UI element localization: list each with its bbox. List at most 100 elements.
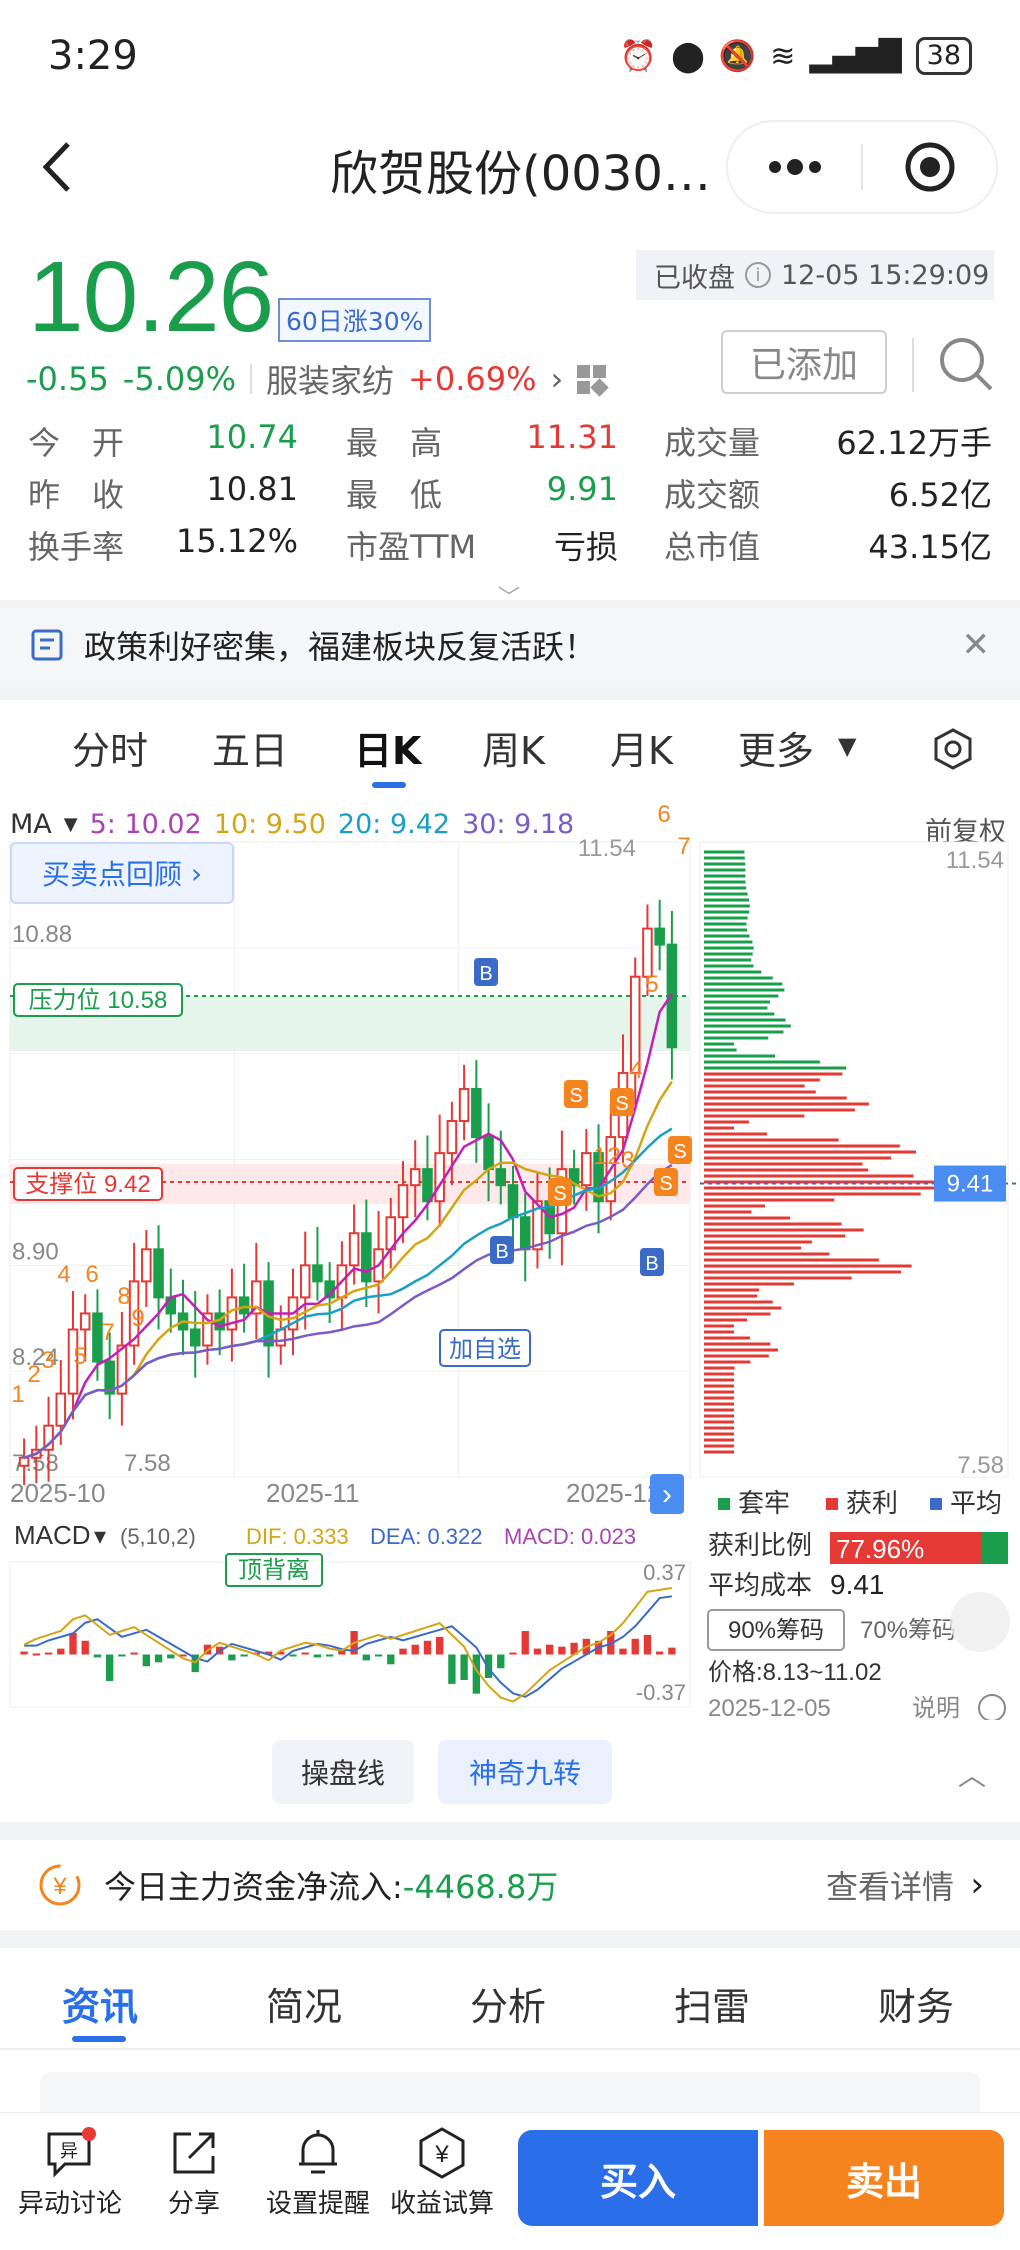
nine-turn-number: 5 bbox=[73, 1343, 86, 1370]
news-banner[interactable]: 政策利好密集，福建板块反复活跃！ ✕ bbox=[0, 608, 1020, 682]
stat-value: 10.74 bbox=[206, 418, 298, 456]
fund-flow-detail[interactable]: 查看详情 bbox=[826, 1862, 954, 1908]
buy-button[interactable]: 买入 bbox=[518, 2130, 758, 2226]
stock-detail-screen: { "status_bar":{"time":"3:29","battery":… bbox=[0, 0, 1020, 2250]
sell-button[interactable]: 卖出 bbox=[764, 2130, 1004, 2226]
tab-news[interactable]: 资讯 bbox=[62, 1976, 138, 2031]
news-tabs: 资讯 简况 分析 扫雷 财务 bbox=[0, 1948, 1020, 2058]
stats-row: 昨 收 10.81 最 低 9.91 成交额 6.52亿 bbox=[28, 470, 992, 522]
stat-label: 市盈TTM bbox=[346, 528, 477, 566]
settings-icon[interactable] bbox=[932, 728, 974, 770]
magic-nine-button[interactable]: 神奇九转 bbox=[438, 1740, 612, 1804]
macd-hist-bar bbox=[154, 1654, 163, 1663]
macd-hist-bar bbox=[301, 1652, 309, 1655]
grid-icon[interactable] bbox=[577, 364, 609, 397]
tab-fenshi[interactable]: 分时 bbox=[72, 720, 148, 775]
chips-top-label: 11.54 bbox=[946, 847, 1004, 874]
tab-daily-k[interactable]: 日K bbox=[354, 720, 421, 775]
buy-marker-text: B bbox=[479, 963, 492, 985]
tab-more[interactable]: 更多 bbox=[738, 720, 814, 775]
calc-label: 收益试算 bbox=[389, 2189, 494, 2219]
stats-grid: 今 开 10.74 最 高 11.31 成交量 62.12万手昨 收 10.81 最 低 9.9… bbox=[28, 418, 992, 574]
tab-monthly-k[interactable]: 月K bbox=[610, 720, 673, 775]
close-icon[interactable]: ✕ bbox=[962, 625, 991, 665]
nine-turn-number: 5 bbox=[645, 971, 658, 998]
close-target-icon[interactable] bbox=[863, 141, 996, 193]
macd-hist-bar bbox=[313, 1654, 322, 1658]
discuss-button[interactable]: 异 异动讨论 bbox=[10, 2123, 130, 2220]
news-card-peek[interactable] bbox=[40, 2072, 980, 2112]
market-status-label: 已收盘 bbox=[654, 262, 735, 294]
nine-turn-number: 3 bbox=[621, 1147, 634, 1174]
chat-icon: 异 bbox=[47, 2127, 96, 2178]
stat-value: 6.52亿 bbox=[888, 476, 992, 514]
stats-row: 今 开 10.74 最 高 11.31 成交量 62.12万手 bbox=[28, 418, 992, 470]
60day-tag[interactable]: 60日涨30% bbox=[278, 298, 432, 342]
bell-icon bbox=[299, 2130, 337, 2174]
nine-turn-number: 7 bbox=[677, 833, 690, 860]
sector-change[interactable]: +0.69% bbox=[408, 360, 536, 398]
candle-body bbox=[361, 1232, 372, 1283]
stat-value: 9.91 bbox=[546, 470, 618, 508]
macd-hist-bar bbox=[399, 1648, 407, 1655]
candle-body bbox=[507, 1184, 519, 1219]
expand-corner-icon[interactable] bbox=[950, 1592, 1010, 1652]
gap bbox=[0, 1822, 1020, 1840]
collapse-chevron-icon[interactable]: ︿ bbox=[958, 1754, 986, 1794]
status-icons: ⏰ ⬤ 🔕 ≋ ▂▄▆█ 38 bbox=[620, 37, 972, 75]
calc-button[interactable]: ¥ 收益试算 bbox=[382, 2123, 502, 2220]
doc-icon bbox=[31, 629, 63, 661]
tab-wuri[interactable]: 五日 bbox=[212, 720, 288, 775]
back-arrow-icon[interactable] bbox=[40, 140, 74, 194]
stat-label: 昨 收 bbox=[28, 476, 125, 514]
alarm-icon: ⏰ bbox=[619, 38, 658, 74]
macd-hist-bar bbox=[118, 1654, 126, 1657]
tab-weekly-k[interactable]: 周K bbox=[482, 720, 545, 775]
svg-text:异: 异 bbox=[60, 2141, 78, 2162]
tab-profile[interactable]: 简况 bbox=[266, 1976, 342, 2031]
macd-hist-bar bbox=[142, 1654, 150, 1667]
mute-icon: 🔕 bbox=[718, 38, 757, 74]
alert-button[interactable]: 设置提醒 bbox=[258, 2123, 378, 2220]
status-bar: 3:29 ⏰ ⬤ 🔕 ≋ ▂▄▆█ 38 bbox=[0, 0, 1020, 112]
review-button[interactable]: 买卖点回顾 › bbox=[10, 842, 234, 904]
avg-cost-label: 平均成本 bbox=[708, 1570, 812, 1600]
dropdown-triangle-icon[interactable]: ▼ bbox=[838, 732, 856, 760]
macd-hist-bar bbox=[32, 1653, 40, 1656]
market-status: 已收盘 i 12-05 15:29:09 bbox=[636, 250, 994, 300]
stat-label: 成交额 bbox=[664, 476, 761, 514]
review-label: 买卖点回顾 bbox=[41, 858, 182, 891]
info-icon[interactable]: i bbox=[745, 262, 771, 288]
share-button[interactable]: 分享 bbox=[134, 2123, 254, 2220]
stat-label[interactable]: 总市值 bbox=[664, 522, 760, 568]
added-watchlist-button[interactable]: 已添加 bbox=[721, 330, 887, 394]
macd-hist-bar bbox=[130, 1652, 138, 1655]
operate-line-button[interactable]: 操盘线 bbox=[272, 1740, 414, 1804]
chevron-right-icon[interactable]: › bbox=[970, 1865, 984, 1905]
more-dots-icon[interactable] bbox=[728, 157, 861, 177]
tab-analysis[interactable]: 分析 bbox=[470, 1976, 546, 2031]
macd-hist-bar bbox=[411, 1644, 419, 1655]
tab-risk[interactable]: 扫雷 bbox=[674, 1976, 750, 2031]
macd-hist-bar bbox=[509, 1652, 517, 1655]
macd-hist-bar bbox=[656, 1651, 664, 1655]
search-icon[interactable] bbox=[936, 334, 996, 394]
stat-label: 成交量 bbox=[664, 424, 761, 462]
stat-value: 11.31 bbox=[526, 418, 618, 456]
sell-marker-text: S bbox=[673, 1141, 686, 1163]
kline-svg: 11.5410.888.908.247.587.58压力位 10.58支撑位 9… bbox=[9, 802, 1018, 1722]
chevron-right-icon[interactable]: › bbox=[550, 360, 563, 398]
tab-finance[interactable]: 财务 bbox=[878, 1976, 954, 2031]
y-axis-label: 10.88 bbox=[12, 921, 72, 948]
nine-turn-number: 2 bbox=[607, 1143, 620, 1170]
info-icon[interactable] bbox=[978, 1694, 1006, 1722]
avg-cost-tag-text: 9.41 bbox=[947, 1171, 994, 1198]
fund-flow-row[interactable]: ¥ 今日主力资金净流入: -4468.8万 查看详情 › bbox=[0, 1840, 1020, 1930]
stat-value: 15.12% bbox=[175, 522, 298, 560]
macd-hist-bar bbox=[546, 1644, 554, 1655]
low-price-label: 7.58 bbox=[124, 1450, 171, 1477]
sector-name[interactable]: 服装家纺 bbox=[266, 356, 394, 402]
top-nav: 欣贺股份(0030… bbox=[0, 112, 1020, 222]
candle-body bbox=[348, 1232, 360, 1267]
legend-swatch bbox=[930, 1498, 942, 1510]
